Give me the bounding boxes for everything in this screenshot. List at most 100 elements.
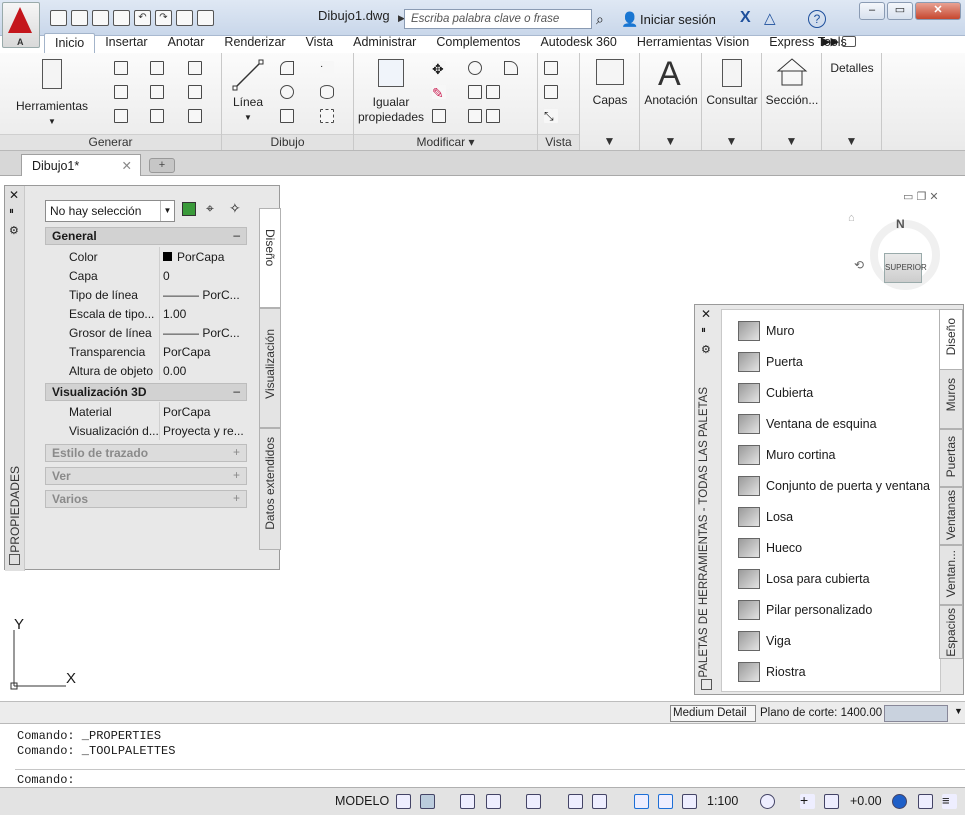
tab-ventanas[interactable]: Ventanas bbox=[939, 487, 963, 545]
print-icon[interactable] bbox=[113, 10, 130, 26]
isolate-objects-icon[interactable] bbox=[892, 794, 907, 809]
tool-item[interactable]: Hueco bbox=[738, 537, 802, 559]
panel-detalles[interactable]: Detalles ▼ bbox=[822, 53, 882, 150]
isometric-icon[interactable] bbox=[526, 794, 541, 809]
elevation-value[interactable]: +0.00 bbox=[850, 794, 882, 808]
stretch-icon[interactable] bbox=[486, 109, 500, 123]
zoom-icon[interactable]: ⤡ bbox=[544, 109, 558, 123]
open-icon[interactable] bbox=[71, 10, 88, 26]
command-line[interactable]: Comando: _PROPERTIES Comando: _TOOLPALET… bbox=[0, 723, 965, 789]
linea-button[interactable]: Línea ▼ bbox=[228, 59, 268, 125]
tab-administrar[interactable]: Administrar bbox=[343, 33, 426, 53]
tab-herramientas-vision[interactable]: Herramientas Vision bbox=[627, 33, 759, 53]
model-space-button[interactable]: MODELO bbox=[335, 794, 389, 808]
redo-icon[interactable]: ↷ bbox=[155, 10, 172, 26]
circle-icon[interactable] bbox=[280, 85, 294, 99]
annotation-scale-icon[interactable] bbox=[682, 794, 697, 809]
capas-dropdown-icon[interactable]: ▼ bbox=[580, 134, 639, 150]
tool-item[interactable]: Losa para cubierta bbox=[738, 568, 870, 590]
panel-title-vista[interactable]: Vista bbox=[538, 134, 579, 150]
tool-item[interactable]: Losa bbox=[738, 506, 793, 528]
viewcube-top-face[interactable]: SUPERIOR bbox=[884, 253, 927, 283]
fillet-icon[interactable] bbox=[504, 61, 518, 75]
hatch-icon[interactable] bbox=[320, 109, 334, 123]
panel-title-dibujo[interactable]: Dibujo bbox=[222, 134, 353, 150]
close-tab-icon[interactable]: ✕ bbox=[122, 158, 132, 173]
stair-icon[interactable] bbox=[150, 85, 164, 99]
tab-insertar[interactable]: Insertar bbox=[95, 33, 157, 53]
sign-in-button[interactable]: Iniciar sesión bbox=[640, 12, 716, 27]
file-tab-dibujo1[interactable]: Dibujo1* ✕ bbox=[21, 154, 141, 176]
tab-puertas[interactable]: Puertas bbox=[939, 429, 963, 487]
move-icon[interactable]: ✥ bbox=[432, 61, 446, 77]
property-value[interactable]: PorCapa bbox=[163, 405, 210, 419]
tool-item[interactable]: Pilar personalizado bbox=[738, 599, 872, 621]
tab-complementos[interactable]: Complementos bbox=[426, 33, 530, 53]
property-row[interactable]: Transparencia PorCapa bbox=[45, 342, 247, 361]
door-tool-icon[interactable] bbox=[114, 85, 128, 99]
section-varios[interactable]: Varios + bbox=[45, 490, 247, 508]
property-row[interactable]: Material PorCapa bbox=[45, 402, 247, 421]
fullscreen-icon[interactable] bbox=[918, 794, 933, 809]
panel-title-generar[interactable]: Generar bbox=[0, 134, 221, 150]
grid-icon[interactable] bbox=[150, 109, 164, 123]
polar-tracking-icon[interactable] bbox=[486, 794, 501, 809]
new-icon[interactable] bbox=[50, 10, 67, 26]
detail-level-dropdown[interactable]: Medium Detail ▾ bbox=[670, 705, 756, 733]
help-icon[interactable]: ? bbox=[808, 10, 826, 28]
panel-anotacion[interactable]: A Anotación ▼ bbox=[640, 53, 702, 150]
window-tool-icon[interactable] bbox=[114, 109, 128, 123]
curtain-wall-icon[interactable] bbox=[150, 61, 164, 75]
array-icon[interactable] bbox=[432, 109, 446, 123]
palette-close-icon[interactable]: ✕ bbox=[701, 307, 711, 321]
paint-brush-icon[interactable]: ✎ bbox=[432, 85, 446, 101]
visual-style-icon[interactable] bbox=[544, 85, 558, 99]
workspace-gear-icon[interactable] bbox=[760, 794, 775, 809]
property-row[interactable]: Grosor de línea ——— PorC... bbox=[45, 323, 247, 342]
copy-icon[interactable] bbox=[468, 85, 482, 99]
pickadd-icon[interactable]: ✧ bbox=[229, 200, 241, 217]
palette-close-icon[interactable]: ✕ bbox=[9, 188, 19, 202]
binoculars-icon[interactable]: ⌕ bbox=[596, 11, 604, 28]
search-input[interactable]: Escriba palabra clave o frase bbox=[404, 9, 592, 29]
consultar-dropdown-icon[interactable]: ▼ bbox=[702, 134, 761, 150]
object-snap-tracking-icon[interactable] bbox=[568, 794, 583, 809]
tab-visualizacion[interactable]: Visualización bbox=[259, 308, 281, 428]
palette-settings-icon[interactable]: ⚙ bbox=[9, 224, 19, 237]
property-row[interactable]: Visualización d... Proyecta y re... bbox=[45, 421, 247, 440]
annotation-visibility-icon[interactable] bbox=[634, 794, 649, 809]
section-estilo-trazado[interactable]: Estilo de trazado + bbox=[45, 444, 247, 462]
cut-plane[interactable]: Plano de corte: 1400.00 bbox=[760, 707, 882, 719]
minimize-button[interactable]: – bbox=[859, 2, 885, 20]
display-toggles[interactable] bbox=[884, 705, 948, 722]
property-value[interactable]: 0 bbox=[163, 269, 170, 283]
auto-scale-icon[interactable] bbox=[658, 794, 673, 809]
tab-inicio[interactable]: Inicio bbox=[44, 33, 96, 53]
tool-item[interactable]: Ventana de esquina bbox=[738, 413, 877, 435]
home-icon[interactable]: ⌂ bbox=[848, 212, 855, 224]
tool-item[interactable]: Muro bbox=[738, 320, 794, 342]
palette-autohide-icon[interactable]: ⏸ bbox=[701, 325, 706, 336]
tool-item[interactable]: Viga bbox=[738, 630, 791, 652]
anotacion-dropdown-icon[interactable]: ▼ bbox=[640, 134, 701, 150]
color-value[interactable]: PorCapa bbox=[163, 250, 224, 264]
rotate-icon[interactable] bbox=[468, 61, 482, 75]
tab-anotar[interactable]: Anotar bbox=[158, 33, 215, 53]
view-cube-icon[interactable] bbox=[544, 61, 558, 75]
palette-menu-icon[interactable] bbox=[9, 554, 20, 565]
viewport-controls[interactable]: ▭ ❐ ✕ bbox=[903, 190, 939, 203]
maximize-button[interactable]: ▭ bbox=[887, 2, 913, 20]
wall-tool-icon[interactable] bbox=[114, 61, 128, 75]
section-ver[interactable]: Ver + bbox=[45, 467, 247, 485]
user-icon[interactable]: 👤 bbox=[621, 11, 638, 28]
rectangle-icon[interactable] bbox=[280, 109, 294, 123]
grid-display-icon[interactable] bbox=[396, 794, 411, 809]
chevron-down-icon[interactable]: ▼ bbox=[954, 706, 963, 716]
tool-item[interactable]: Cubierta bbox=[738, 382, 813, 404]
selection-dropdown[interactable]: No hay selección ▼ bbox=[45, 200, 175, 222]
exchange-icon[interactable]: X bbox=[740, 9, 751, 27]
quick-select-icon[interactable] bbox=[182, 202, 196, 216]
palette-settings-icon[interactable]: ⚙ bbox=[701, 343, 711, 356]
column-grid-icon[interactable] bbox=[188, 61, 202, 75]
polyline-icon[interactable] bbox=[280, 61, 294, 75]
